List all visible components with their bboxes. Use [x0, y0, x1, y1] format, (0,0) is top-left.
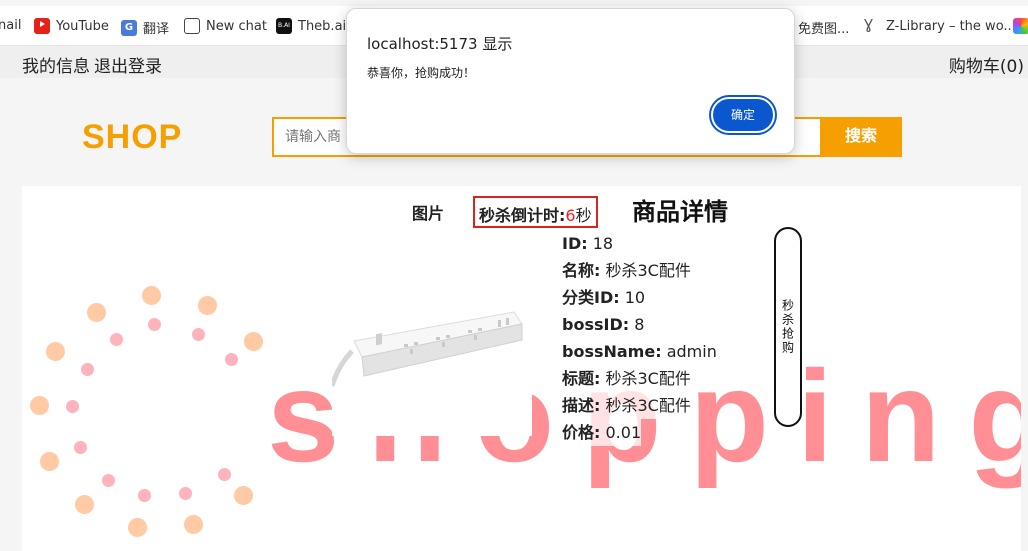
watermark-dot — [75, 495, 94, 514]
search-button[interactable]: 搜索 — [820, 117, 902, 157]
info-value: 0.01 — [605, 423, 642, 442]
zlibrary-icon: Ɣ — [864, 18, 873, 33]
translate-icon: G — [121, 19, 137, 36]
picture-label: 图片 — [412, 204, 445, 223]
info-key: 价格: — [562, 423, 601, 442]
watermark-dot — [179, 487, 192, 500]
watermark-dot — [87, 303, 106, 322]
bookmark-zlibrary[interactable]: Ɣ Z-Library – the wo... — [864, 18, 1016, 34]
bookmark-label: 免费图... — [798, 22, 850, 37]
dialog-ok-button[interactable]: 确定 — [711, 97, 775, 133]
info-key: 描述: — [562, 396, 601, 415]
product-info: ID: 18 名称: 秒杀3C配件 分类ID: 10 bossID: 8 bos… — [562, 230, 717, 446]
info-value: 10 — [624, 288, 646, 307]
info-row-description: 描述: 秒杀3C配件 — [562, 392, 691, 419]
info-row-category: 分类ID: 10 — [562, 284, 646, 311]
product-panel: shopping 图片 秒杀倒计时:6秒 商品详情 ID: 18 名称: 秒杀3… — [22, 186, 1021, 551]
watermark-dot — [74, 441, 87, 454]
watermark-dot — [46, 342, 65, 361]
logout-link[interactable]: 退出登录 — [94, 57, 162, 77]
info-key: bossID: — [562, 315, 630, 334]
info-row-id: ID: 18 — [562, 230, 614, 257]
user-links: 我的信息 退出登录 — [22, 52, 166, 77]
bookmark-youtube[interactable]: YouTube — [34, 18, 109, 34]
watermark-dot — [81, 363, 94, 376]
shop-logo[interactable]: SHOP — [82, 118, 182, 157]
info-value: 秒杀3C配件 — [605, 369, 691, 388]
info-value: 18 — [592, 234, 614, 253]
info-key: bossName: — [562, 342, 662, 361]
info-row-bossname: bossName: admin — [562, 338, 717, 365]
dialog-message: 恭喜你，抢购成功！ — [367, 66, 476, 80]
watermark-dot — [138, 489, 151, 502]
watermark-dot — [142, 286, 161, 305]
detail-title: 商品详情 — [632, 198, 728, 226]
watermark-dot — [40, 452, 59, 471]
bookmark-extra[interactable] — [1013, 18, 1028, 34]
bookmark-label: Z-Library – the wo... — [886, 18, 1016, 34]
youtube-icon — [34, 18, 50, 34]
countdown-box: 秒杀倒计时:6秒 — [473, 196, 598, 228]
watermark-dot — [184, 515, 203, 534]
info-value: 秒杀3C配件 — [605, 261, 691, 280]
bookmark-label: New chat — [206, 18, 267, 34]
bookmark-translate[interactable]: G 翻译 — [121, 18, 169, 37]
bookmark-new-chat[interactable]: New chat — [184, 18, 267, 34]
info-value: 8 — [634, 315, 645, 334]
watermark-dot — [66, 400, 79, 413]
info-key: 分类ID: — [562, 288, 620, 307]
bookmark-label: YouTube — [56, 18, 109, 34]
watermark-dot — [110, 333, 123, 346]
bookmark-theb[interactable]: B.AI Theb.ai — [276, 18, 346, 34]
theb-icon: B.AI — [276, 18, 292, 34]
info-row-bossid: bossID: 8 — [562, 311, 645, 338]
bookmark-label: Theb.ai — [298, 18, 347, 34]
seckill-buy-button[interactable]: 秒杀抢购 — [774, 227, 802, 427]
watermark-dot — [192, 328, 205, 341]
rainbow-icon — [1013, 18, 1028, 34]
countdown-value: 6 — [565, 206, 576, 225]
alert-dialog: localhost:5173 显示 恭喜你，抢购成功！ 确定 — [346, 8, 795, 154]
info-key: ID: — [562, 234, 588, 253]
info-key: 标题: — [562, 369, 601, 388]
watermark-dot — [244, 332, 263, 351]
dialog-title: localhost:5173 显示 — [367, 35, 513, 53]
countdown-unit: 秒 — [575, 206, 592, 225]
bookmark-label: 翻译 — [143, 22, 170, 37]
watermark-dot — [128, 518, 147, 537]
watermark-dot — [218, 468, 231, 481]
bookmark-free-image[interactable]: 免费图... — [798, 18, 849, 37]
watermark-dot — [234, 486, 253, 505]
info-key: 名称: — [562, 261, 601, 280]
info-row-title: 标题: 秒杀3C配件 — [562, 365, 691, 392]
cart-link[interactable]: 购物车(0) — [949, 52, 1024, 77]
bookmark-label: nail — [0, 18, 22, 33]
info-row-price: 价格: 0.01 — [562, 419, 642, 446]
watermark-dot — [148, 318, 161, 331]
countdown-label: 秒杀倒计时: — [479, 206, 566, 225]
info-value: admin — [666, 342, 717, 361]
watermark-dot — [225, 353, 238, 366]
info-row-name: 名称: 秒杀3C配件 — [562, 257, 691, 284]
my-info-link[interactable]: 我的信息 — [22, 57, 90, 77]
watermark-dot — [198, 296, 217, 315]
bookmark-mail[interactable]: nail — [0, 18, 21, 33]
info-value: 秒杀3C配件 — [605, 396, 691, 415]
watermark-dot — [102, 474, 115, 487]
power-strip-image — [332, 236, 532, 436]
chatgpt-icon — [184, 18, 200, 34]
watermark-dot — [30, 396, 49, 415]
